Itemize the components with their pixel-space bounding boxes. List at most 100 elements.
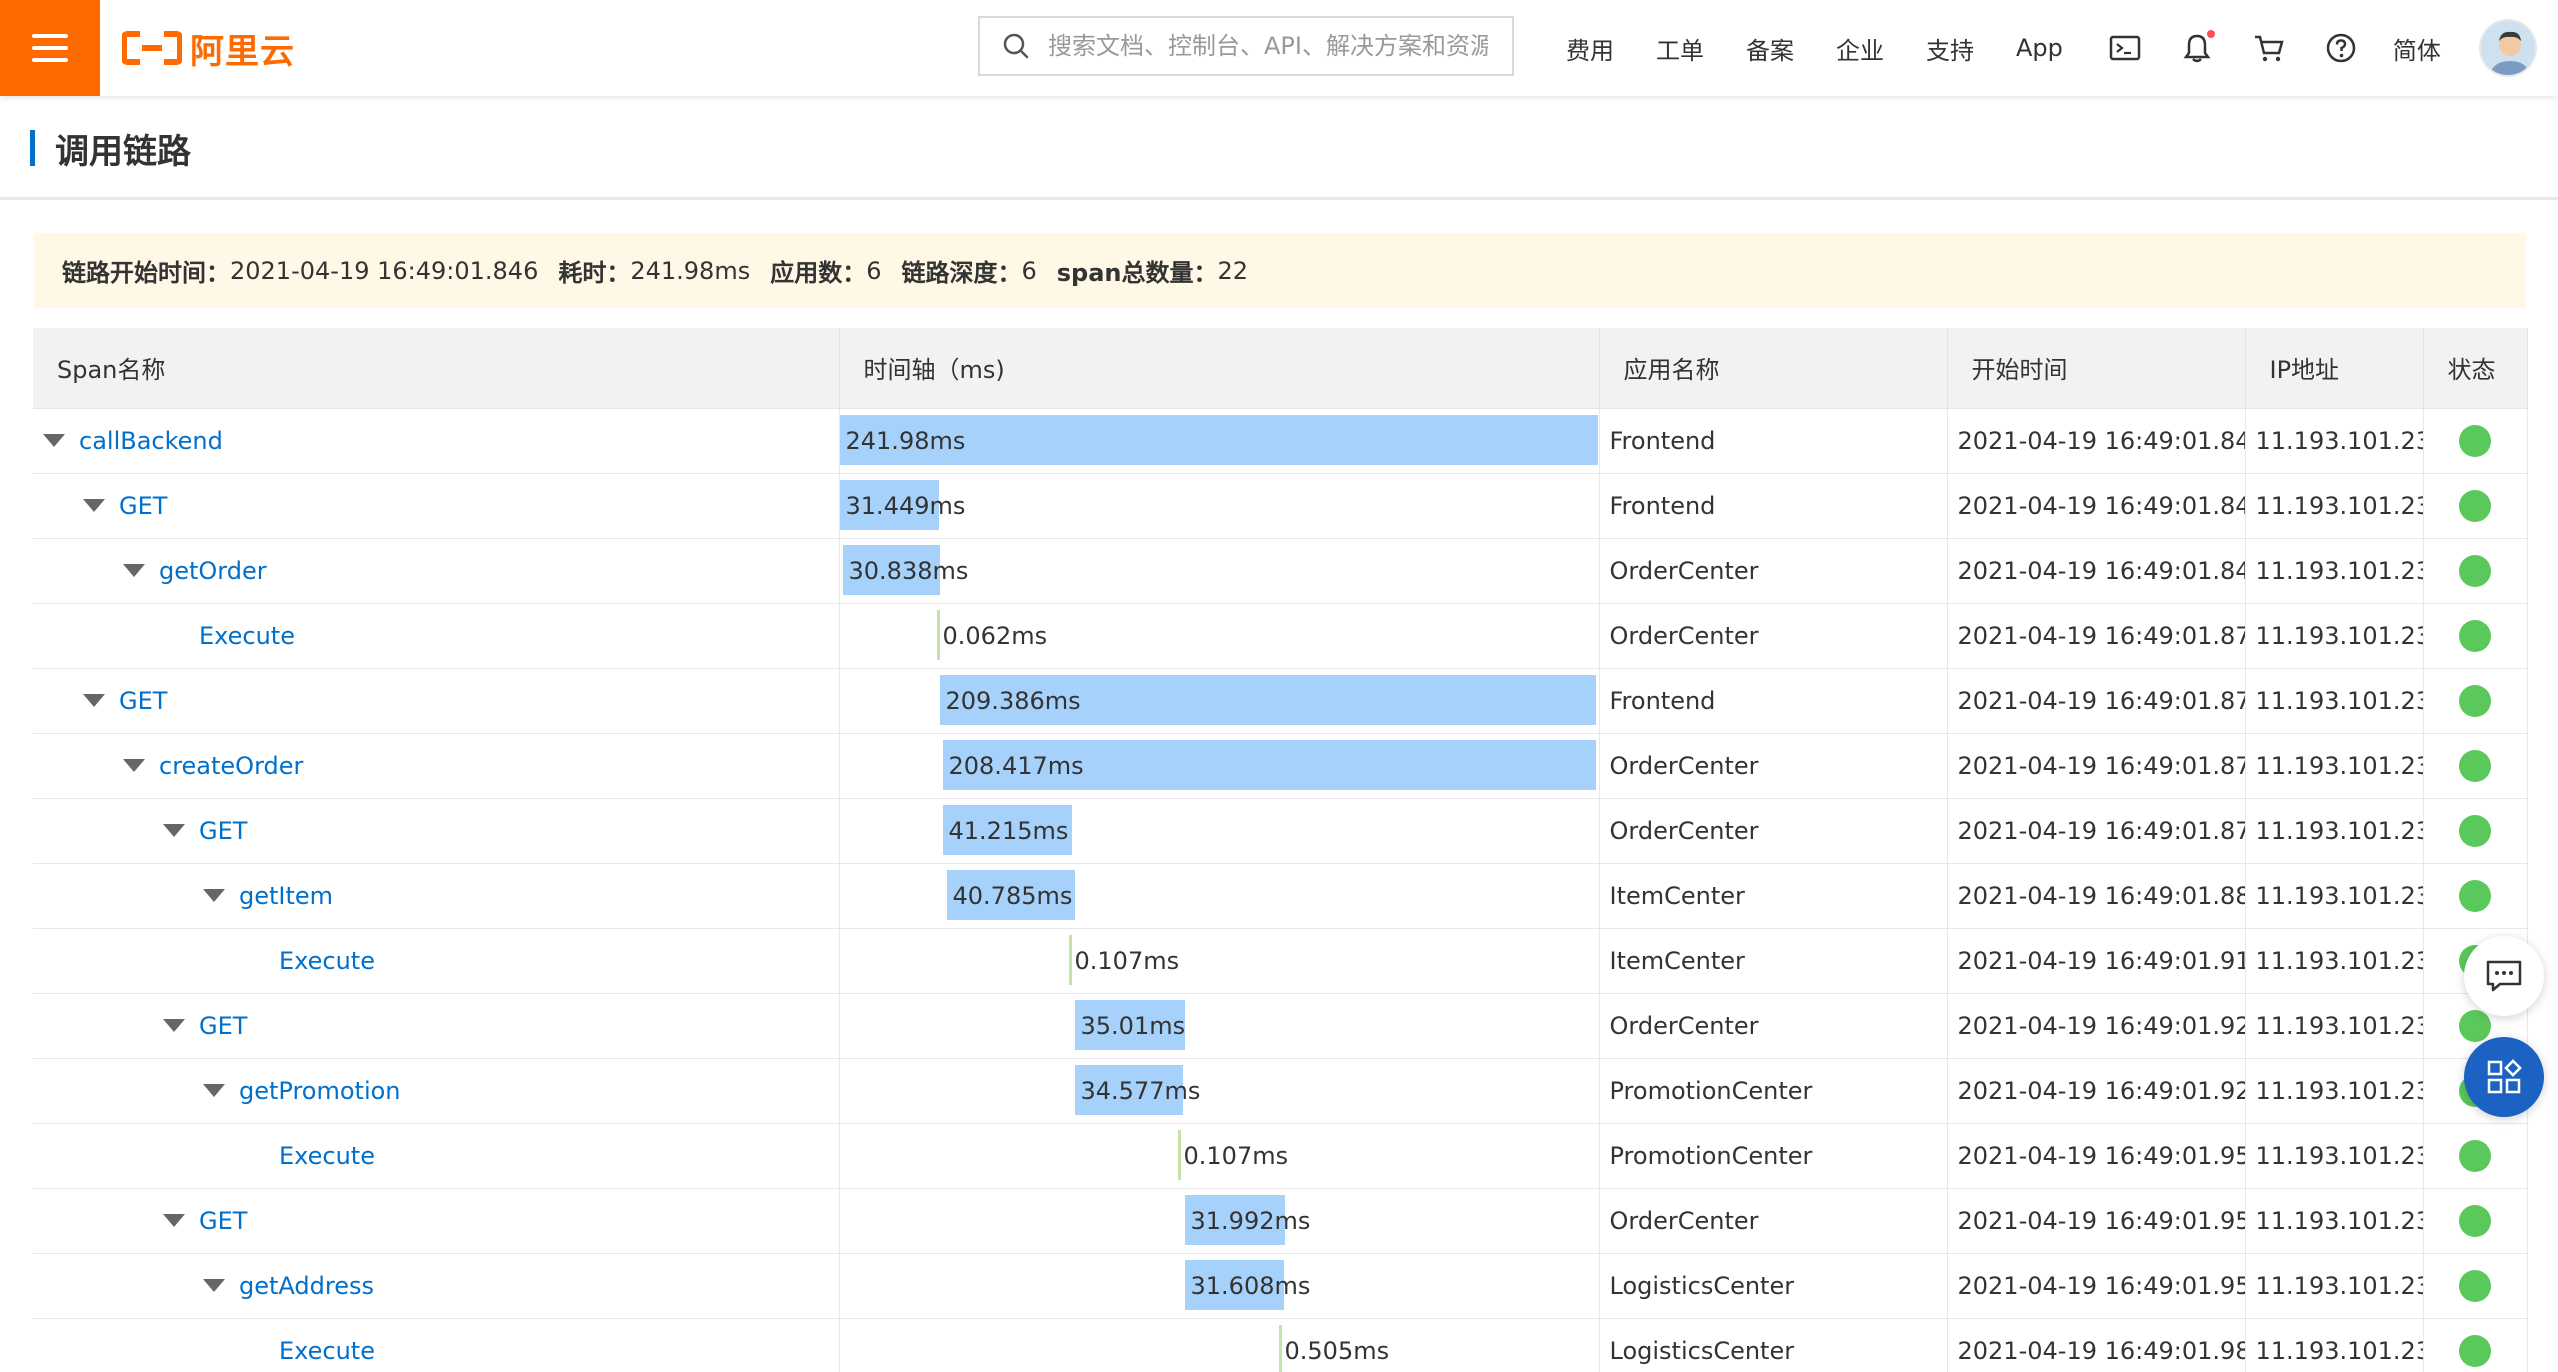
ip-address-cell: 11.193.101.23 (2245, 1318, 2424, 1372)
caret-down-icon[interactable] (203, 1084, 225, 1097)
timeline-cell: 40.785ms (839, 863, 1600, 929)
span-name-link[interactable]: GET (119, 687, 167, 715)
caret-down-icon[interactable] (43, 434, 65, 447)
console-button[interactable] (2105, 28, 2145, 68)
caret-down-icon[interactable] (163, 1019, 185, 1032)
app-name-cell: OrderCenter (1599, 1188, 1948, 1254)
avatar[interactable] (2478, 19, 2537, 77)
table-row[interactable]: Execute 0.062ms OrderCenter 2021-04-19 16:4… (33, 603, 2528, 669)
duration-tick[interactable] (936, 609, 940, 660)
table-row[interactable]: getPromotion 34.577ms PromotionCenter 2021-… (33, 1058, 2528, 1124)
column-header-ip[interactable]: IP地址 (2245, 328, 2424, 409)
duration-label: 30.838ms (848, 556, 969, 585)
span-name-cell: Execute (33, 1318, 840, 1372)
cart-button[interactable] (2249, 28, 2289, 68)
nav-item-support[interactable]: 支持 (1926, 31, 1974, 66)
span-name-link[interactable]: Execute (279, 947, 375, 975)
span-name-cell: getAddress (33, 1253, 840, 1319)
nav-item-fees[interactable]: 费用 (1566, 31, 1614, 66)
nav-item-enterprise[interactable]: 企业 (1836, 31, 1884, 66)
table-row[interactable]: getOrder 30.838ms OrderCenter 2021-04-19 16… (33, 538, 2528, 604)
column-header-timeline[interactable]: 时间轴（ms) (839, 328, 1600, 409)
caret-down-icon[interactable] (203, 889, 225, 902)
nav-item-app[interactable]: App (2016, 34, 2063, 62)
menu-button[interactable] (0, 0, 100, 96)
duration-label: 40.785ms (952, 881, 1073, 910)
start-time-cell: 2021-04-19 16:49:01.921 (1947, 993, 2246, 1059)
span-name-link[interactable]: Execute (279, 1142, 375, 1170)
help-button[interactable] (2321, 28, 2361, 68)
span-name-link[interactable]: GET (199, 1207, 247, 1235)
column-header-span-name[interactable]: Span名称 (33, 328, 840, 409)
caret-down-icon[interactable] (163, 824, 185, 837)
span-name-link[interactable]: GET (199, 817, 247, 845)
app-name-cell: OrderCenter (1599, 538, 1948, 604)
span-name-link[interactable]: getOrder (159, 557, 267, 585)
language-switch[interactable]: 简体 (2393, 31, 2441, 66)
start-time-cell: 2021-04-19 16:49:01.879 (1947, 798, 2246, 864)
terminal-icon (2109, 35, 2141, 61)
table-row[interactable]: createOrder 208.417ms OrderCenter 2021-04-1… (33, 733, 2528, 799)
status-cell (2423, 1253, 2528, 1319)
caret-down-icon[interactable] (83, 694, 105, 707)
table-row[interactable]: getItem 40.785ms ItemCenter 2021-04-19 16:4… (33, 863, 2528, 929)
span-name-link[interactable]: GET (119, 492, 167, 520)
span-name-cell: getItem (33, 863, 840, 929)
span-name-link[interactable]: getPromotion (239, 1077, 401, 1105)
start-time-cell: 2021-04-19 16:49:01.921 (1947, 1058, 2246, 1124)
app-name-cell: PromotionCenter (1599, 1058, 1948, 1124)
caret-down-icon[interactable] (203, 1279, 225, 1292)
table-row[interactable]: GET 31.992ms OrderCenter 2021-04-19 16:49:0… (33, 1188, 2528, 1254)
table-row[interactable]: GET 41.215ms OrderCenter 2021-04-19 16:49:0… (33, 798, 2528, 864)
span-name-link[interactable]: getAddress (239, 1272, 374, 1300)
start-time-cell: 2021-04-19 16:49:01.956 (1947, 1253, 2246, 1319)
column-header-app-name[interactable]: 应用名称 (1599, 328, 1948, 409)
span-name-cell: createOrder (33, 733, 840, 799)
span-name-link[interactable]: Execute (199, 622, 295, 650)
ip-address-cell: 11.193.101.23 (2245, 863, 2424, 929)
timeline-cell: 208.417ms (839, 733, 1600, 799)
caret-down-icon[interactable] (123, 564, 145, 577)
table-row[interactable]: Execute 0.107ms PromotionCenter 2021-04-19 … (33, 1123, 2528, 1189)
aliyun-logo[interactable]: 阿里云 (122, 22, 295, 74)
ip-address-cell: 11.193.101.23 (2245, 538, 2424, 604)
caret-down-icon[interactable] (83, 499, 105, 512)
duration-tick[interactable] (1278, 1324, 1282, 1372)
duration-tick[interactable] (1068, 934, 1072, 985)
duration-tick[interactable] (1177, 1129, 1181, 1180)
table-row[interactable]: Execute 0.505ms LogisticsCenter 2021-04-19 … (33, 1318, 2528, 1372)
search-box[interactable] (978, 16, 1514, 76)
chat-float-button[interactable] (2464, 936, 2544, 1016)
table-row[interactable]: Execute 0.107ms ItemCenter 2021-04-19 16:49… (33, 928, 2528, 994)
timeline-cell: 34.577ms (839, 1058, 1600, 1124)
column-header-status[interactable]: 状态 (2423, 328, 2528, 409)
apps-float-button[interactable] (2464, 1037, 2544, 1117)
span-name-link[interactable]: Execute (279, 1337, 375, 1365)
timeline-cell: 241.98ms (839, 408, 1600, 474)
table-row[interactable]: GET 35.01ms OrderCenter 2021-04-19 16:49:01… (33, 993, 2528, 1059)
column-header-start-time[interactable]: 开始时间 (1947, 328, 2246, 409)
timeline-cell: 30.838ms (839, 538, 1600, 604)
span-name-cell: GET (33, 798, 840, 864)
duration-label: 31.992ms (1190, 1206, 1311, 1235)
table-row[interactable]: GET 31.449ms Frontend 2021-04-19 16:49:01.8… (33, 473, 2528, 539)
page-title: 调用链路 (55, 131, 191, 172)
span-name-link[interactable]: GET (199, 1012, 247, 1040)
caret-down-icon[interactable] (163, 1214, 185, 1227)
search-input[interactable] (1048, 32, 1488, 60)
status-ok-icon (2459, 1269, 2491, 1302)
nav-item-tickets[interactable]: 工单 (1656, 31, 1704, 66)
notifications-button[interactable] (2177, 28, 2217, 68)
span-name-link[interactable]: callBackend (79, 427, 223, 455)
depth-label: 链路深度： (901, 259, 1022, 287)
span-name-link[interactable]: getItem (239, 882, 333, 910)
status-cell (2423, 798, 2528, 864)
caret-down-icon[interactable] (123, 759, 145, 772)
timeline-cell: 35.01ms (839, 993, 1600, 1059)
span-name-link[interactable]: createOrder (159, 752, 303, 780)
trace-summary: 链路开始时间： 2021-04-19 16:49:01.846 耗时： 241.… (34, 233, 2526, 308)
table-row[interactable]: GET 209.386ms Frontend 2021-04-19 16:49:01.… (33, 668, 2528, 734)
nav-item-icp[interactable]: 备案 (1746, 31, 1794, 66)
table-row[interactable]: callBackend 241.98ms Frontend 2021-04-19 16… (33, 408, 2528, 474)
table-row[interactable]: getAddress 31.608ms LogisticsCenter 2021-04… (33, 1253, 2528, 1319)
